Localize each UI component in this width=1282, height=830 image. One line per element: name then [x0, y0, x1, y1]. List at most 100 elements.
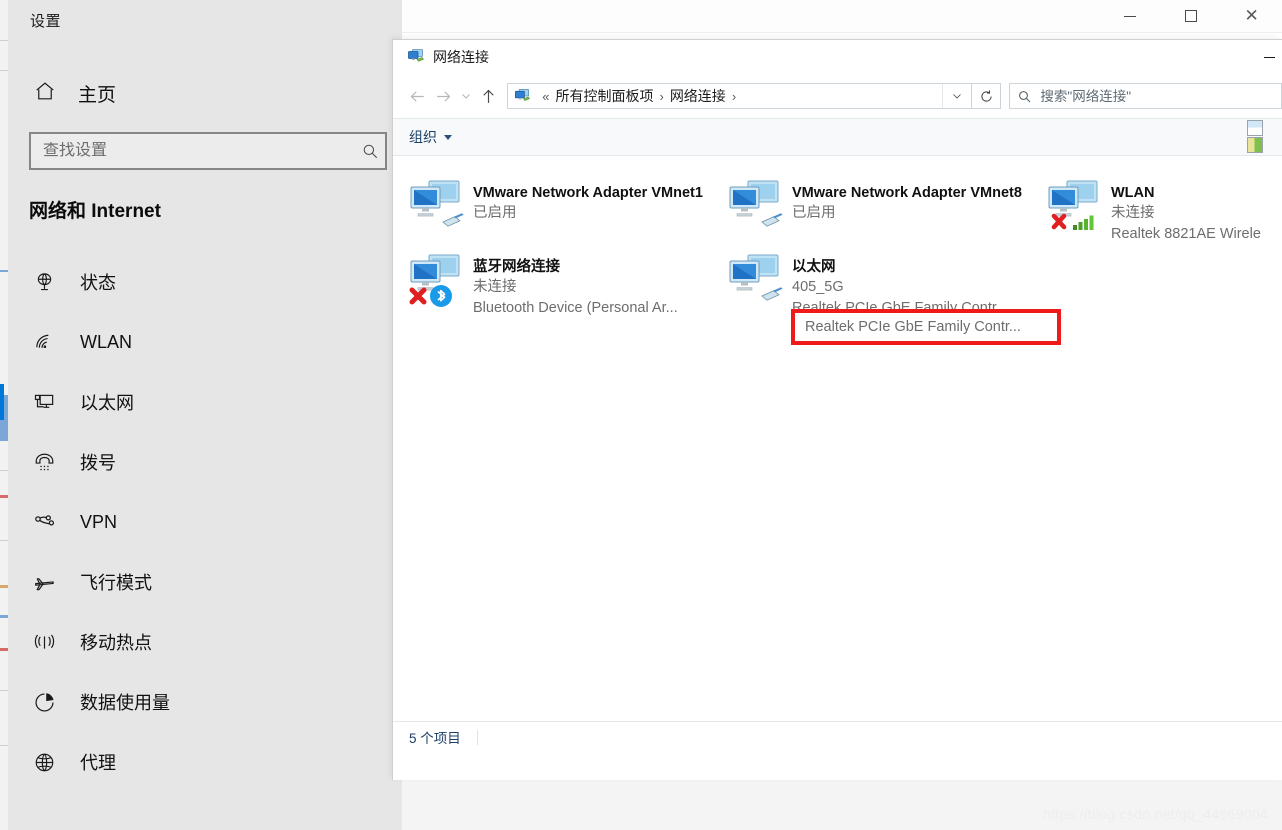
connection-name: WLAN [1111, 185, 1155, 201]
explorer-search-input[interactable] [1038, 87, 1281, 105]
settings-nav-list: 状态 WLAN 以太网 拨号 VPN 飞行模式 移动热点 数据使用量 代理 [0, 252, 402, 792]
connection-status: 已启用 [473, 205, 517, 221]
sidebar-item-ethernet[interactable]: 以太网 [0, 372, 402, 432]
explorer-titlebar: 网络连接 [393, 40, 1282, 74]
explorer-minimize-button[interactable] [1256, 40, 1282, 74]
sidebar-item-vpn[interactable]: VPN [8, 492, 402, 552]
sidebar-item-home[interactable]: 主页 [26, 76, 122, 110]
search-icon [355, 142, 385, 160]
highlight-text: Realtek PCIe GbE Family Contr... [805, 319, 1021, 335]
explorer-title: 网络连接 [433, 49, 489, 65]
sidebar-item-label: 代理 [80, 753, 116, 773]
watermark: https://blog.csdn.net/qq_44969004 [1043, 806, 1268, 822]
page-title: 设置 [30, 13, 62, 30]
ethernet-icon [30, 391, 58, 414]
breadcrumb-item-network-connections[interactable]: 网络连接 [670, 86, 726, 106]
connection-name: 以太网 [792, 259, 836, 275]
minimize-icon [1263, 56, 1275, 58]
refresh-button[interactable] [972, 83, 1002, 109]
globe-icon [30, 751, 58, 774]
red-x-badge [1051, 213, 1067, 230]
up-arrow-icon [483, 89, 494, 103]
sidebar-item-data-usage[interactable]: 数据使用量 [8, 672, 402, 732]
maximize-button[interactable] [1161, 0, 1222, 32]
pie-chart-icon [30, 691, 58, 714]
details-view-icon[interactable] [1247, 120, 1263, 136]
address-dropdown-button[interactable] [942, 84, 971, 108]
network-connections-icon [407, 48, 425, 66]
wifi-icon [30, 331, 58, 354]
address-bar[interactable]: « 所有控制面板项 › 网络连接 › [507, 83, 973, 109]
vpn-icon [30, 511, 58, 534]
network-connections-icon [514, 88, 531, 105]
breadcrumb-separator[interactable]: › [653, 89, 669, 104]
sidebar-item-label: 移动热点 [80, 633, 152, 653]
refresh-icon [981, 89, 992, 102]
connection-status: 405_5G [792, 279, 844, 295]
list-item[interactable]: WLAN 未连接 Realtek 8821AE Wirele [1045, 178, 1261, 245]
connection-name: 蓝牙网络连接 [473, 259, 560, 275]
network-adapter-icon [407, 252, 469, 308]
sidebar-item-status[interactable]: 状态 [8, 252, 402, 312]
network-adapter-icon [1045, 178, 1107, 234]
chevron-down-icon [953, 94, 962, 99]
home-icon [32, 80, 58, 107]
explorer-statusbar: 5 个项目 [393, 721, 1282, 752]
breadcrumb-separator[interactable]: › [726, 89, 742, 104]
search-input[interactable] [31, 142, 355, 160]
maximize-icon [1185, 10, 1197, 22]
organize-label: 组织 [409, 129, 437, 145]
breadcrumb-prefix: « [542, 88, 550, 104]
forward-button[interactable] [430, 82, 455, 110]
red-x-badge [409, 287, 427, 305]
connection-device: Bluetooth Device (Personal Ar... [473, 300, 678, 316]
back-button[interactable] [405, 82, 430, 110]
highlight-annotation: Realtek PCIe GbE Family Contr... [791, 309, 1061, 345]
settings-window-controls: ✕ [1100, 0, 1282, 32]
sidebar-item-label: 状态 [80, 273, 116, 293]
recent-locations-button[interactable] [456, 82, 476, 110]
connection-name: VMware Network Adapter VMnet8 [792, 185, 1022, 201]
sidebar-item-mobile-hotspot[interactable]: 移动热点 [8, 612, 402, 672]
minimize-icon [1124, 15, 1137, 17]
organize-button[interactable]: 组织 [409, 127, 452, 147]
connection-device: Realtek 8821AE Wirele [1111, 226, 1261, 242]
list-item[interactable]: 蓝牙网络连接 未连接 Bluetooth Device (Personal Ar… [407, 252, 678, 319]
list-item[interactable]: VMware Network Adapter VMnet8 已启用 [726, 178, 1022, 234]
signal-bars-badge [1073, 215, 1094, 230]
sidebar-item-label: 飞行模式 [80, 573, 152, 593]
item-count-label: 5 个项目 [409, 731, 461, 746]
network-adapter-icon [726, 252, 788, 308]
explorer-toolbar: 组织 [393, 118, 1282, 156]
sidebar-item-airplane-mode[interactable]: 飞行模式 [8, 552, 402, 612]
dialup-phone-icon [30, 451, 58, 474]
connection-status: 未连接 [1111, 205, 1155, 221]
globe-status-icon [30, 271, 58, 294]
chevron-down-icon [462, 94, 470, 99]
connection-status: 已启用 [792, 205, 836, 221]
airplane-icon [30, 571, 58, 594]
sidebar-item-wlan[interactable]: WLAN [8, 312, 402, 372]
breadcrumb-item-control-panel[interactable]: 所有控制面板项 [555, 86, 653, 106]
list-item[interactable]: VMware Network Adapter VMnet1 已启用 [407, 178, 703, 234]
explorer-search-box[interactable] [1009, 83, 1282, 109]
sidebar-item-proxy[interactable]: 代理 [8, 732, 402, 792]
sidebar-item-dialup[interactable]: 拨号 [8, 432, 402, 492]
sidebar-item-label: WLAN [80, 331, 133, 352]
section-heading: 网络和 Internet [29, 201, 161, 222]
network-adapter-icon [726, 178, 788, 234]
up-button[interactable] [476, 82, 501, 110]
sidebar-item-home-label: 主页 [78, 84, 117, 106]
back-arrow-icon [410, 90, 425, 102]
minimize-button[interactable] [1100, 0, 1161, 32]
desktop-bottom-strip [402, 780, 1282, 830]
close-button[interactable]: ✕ [1221, 0, 1282, 32]
network-connections-window: 网络连接 « 所有控制面板项 › 网络连接 › 搜索"网络连接" 组织 VMwa… [392, 39, 1282, 780]
close-icon: ✕ [1244, 5, 1259, 26]
sidebar-item-label: 以太网 [80, 393, 134, 413]
connection-status: 未连接 [473, 279, 517, 295]
sidebar-item-label: 数据使用量 [80, 693, 170, 713]
settings-search-box[interactable] [29, 132, 387, 170]
preview-pane-icon[interactable] [1247, 137, 1263, 153]
statusbar-divider [476, 729, 478, 745]
